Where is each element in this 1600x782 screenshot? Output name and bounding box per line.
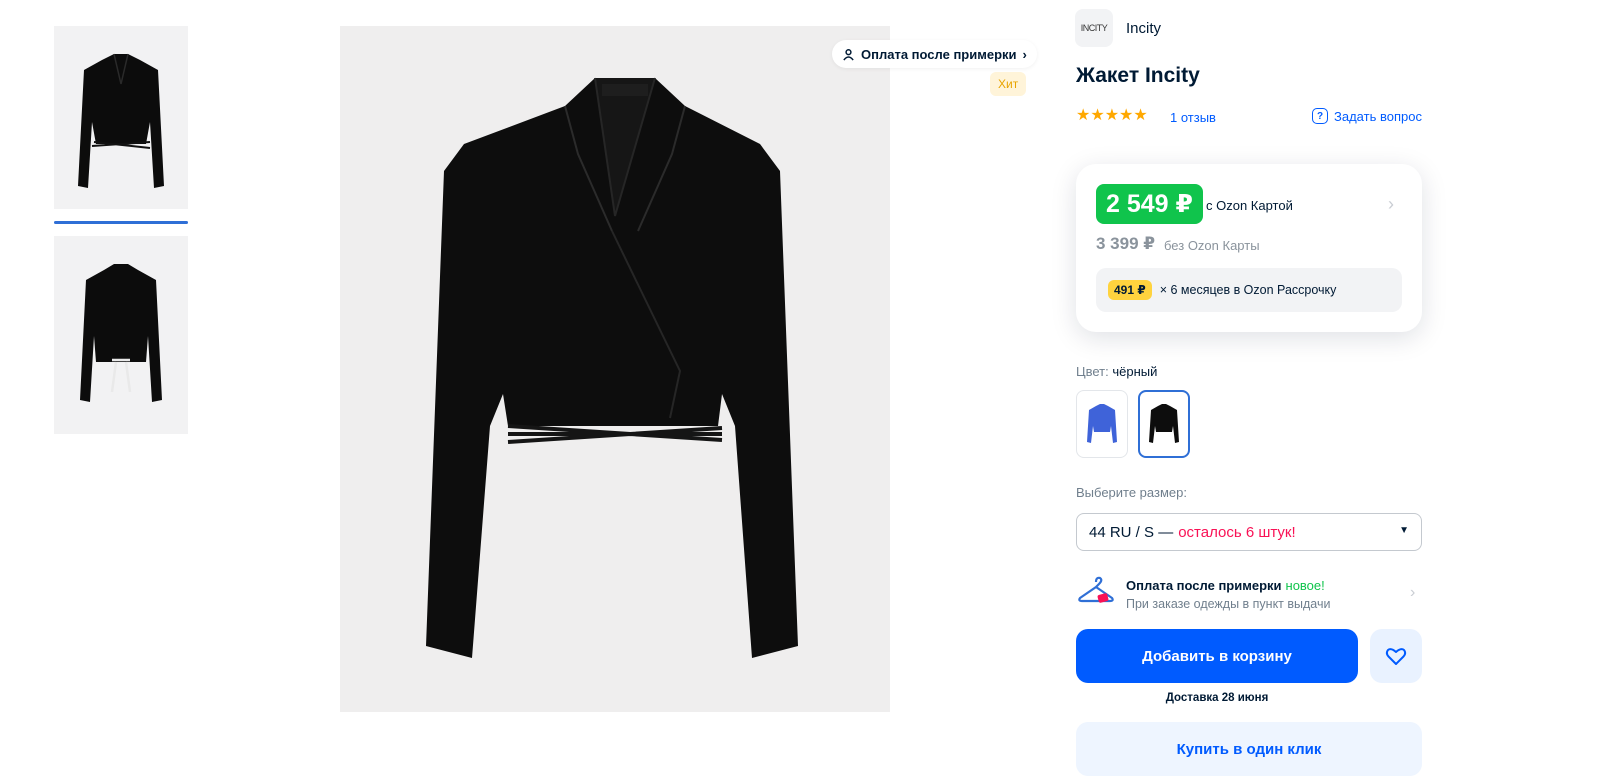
thumbnail-selected-indicator [54, 221, 188, 224]
jacket-back-thumbnail-image [54, 236, 188, 434]
ask-question-label: Задать вопрос [1334, 108, 1422, 124]
buy-one-click-button[interactable]: Купить в один клик [1076, 722, 1422, 776]
chevron-right-icon: › [1388, 194, 1394, 214]
person-icon [843, 48, 854, 61]
color-swatch-black[interactable] [1138, 390, 1190, 458]
rating-stars[interactable]: ★★★★★ [1076, 108, 1148, 124]
color-swatch-blue[interactable] [1076, 390, 1128, 458]
chevron-right-icon: › [1410, 584, 1416, 601]
installment-note: × 6 месяцев в Ozon Рассрочку [1159, 283, 1337, 297]
jacket-front-thumbnail-image [54, 26, 188, 209]
regular-price-note: без Ozon Карты [1164, 238, 1260, 253]
try-on-subtitle: При заказе одежды в пункт выдачи [1126, 597, 1331, 611]
product-title: Жакет Incity [1076, 64, 1200, 87]
hit-badge: Хит [990, 72, 1027, 96]
add-to-cart-button[interactable]: Добавить в корзину [1076, 629, 1358, 683]
brand-link[interactable]: Incity [1126, 20, 1161, 37]
ozon-card-price: 2 549 ₽ [1096, 184, 1203, 224]
price-card[interactable]: 2 549 ₽ с Ozon Картой › 3 399 ₽ без Ozon… [1076, 164, 1422, 332]
color-label-text: Цвет: [1076, 364, 1109, 379]
jacket-black-swatch-image [1149, 404, 1179, 443]
regular-price: 3 399 ₽ [1096, 234, 1156, 253]
caret-down-icon: ▼ [1399, 525, 1409, 536]
product-main-image[interactable] [340, 26, 890, 712]
try-on-badge[interactable]: Оплата после примерки › [832, 40, 1037, 68]
ozon-card-note: с Ozon Картой [1206, 198, 1293, 213]
thumbnail-back[interactable] [54, 236, 188, 434]
delivery-date: Доставка 28 июня [1165, 692, 1269, 704]
size-selected-value: 44 RU / S — [1089, 523, 1174, 541]
chevron-right-icon: › [1022, 46, 1027, 62]
color-value: чёрный [1112, 364, 1158, 379]
brand-logo[interactable]: INCITY [1075, 9, 1113, 47]
star-icons: ★★★★★ [1076, 107, 1148, 124]
try-on-title: Оплата после примерки [1126, 578, 1282, 593]
try-on-badge-label: Оплата после примерки [861, 46, 1017, 62]
ask-question-link[interactable]: ? Задать вопрос [1312, 108, 1422, 124]
size-label: Выберите размер: [1076, 485, 1187, 500]
installment-offer[interactable]: 491 ₽ × 6 месяцев в Ozon Рассрочку [1096, 268, 1402, 312]
try-on-offer[interactable]: Оплата после примерки новое! [1126, 578, 1325, 593]
installment-amount: 491 ₽ [1108, 280, 1152, 300]
color-label: Цвет: чёрный [1076, 364, 1157, 379]
size-select[interactable]: 44 RU / S — осталось 6 штук! ▼ [1076, 513, 1422, 551]
stock-warning: осталось 6 штук! [1178, 523, 1296, 541]
hanger-icon [1078, 576, 1114, 603]
question-icon: ? [1312, 108, 1328, 124]
thumbnail-front[interactable] [54, 26, 188, 209]
favorite-button[interactable] [1370, 629, 1422, 683]
try-on-new-tag: новое! [1285, 578, 1325, 593]
jacket-blue-swatch-image [1087, 404, 1117, 443]
jacket-front-image [340, 26, 890, 712]
reviews-link[interactable]: 1 отзыв [1170, 110, 1216, 125]
heart-icon [1385, 648, 1407, 665]
